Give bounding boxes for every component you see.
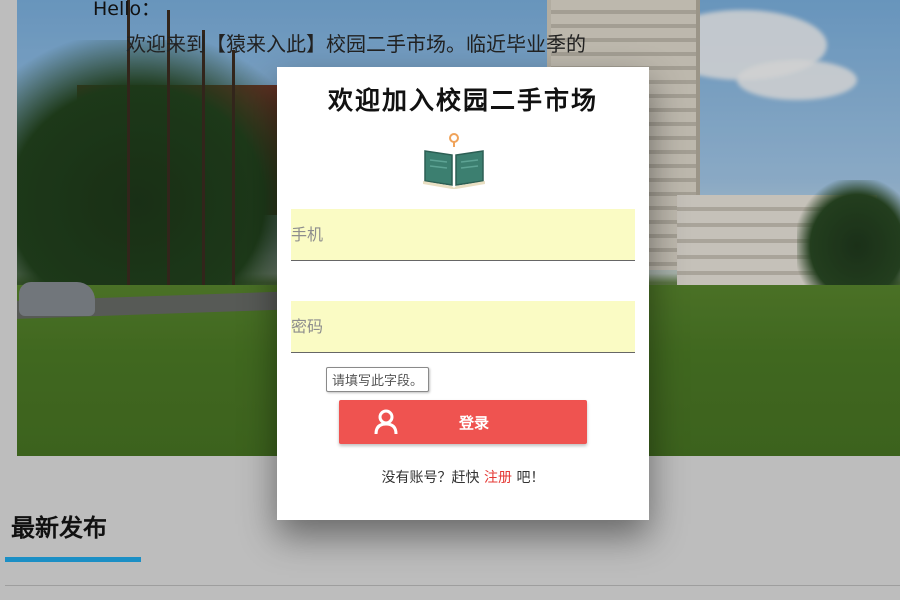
welcome-text: 欢迎来到【猿来入此】校园二手市场。临近毕业季的 <box>126 32 586 56</box>
hello-text: Hello： <box>93 0 161 20</box>
validation-tooltip: 请填写此字段。 <box>326 367 430 392</box>
open-book-icon <box>423 133 485 189</box>
login-button-label: 登录 <box>459 415 490 432</box>
password-input[interactable] <box>291 301 635 353</box>
register-suffix-text: 吧！ <box>512 470 545 486</box>
section-underline <box>5 557 141 562</box>
register-prompt: 没有账号？赶快 注册 吧！ <box>277 467 649 487</box>
login-button[interactable]: 登录 <box>339 400 587 444</box>
login-modal: 欢迎加入校园二手市场 请填写此字段。 登录 没有账号？赶快 注册 吧！ <box>277 67 649 520</box>
phone-input[interactable] <box>291 209 635 261</box>
latest-posts-heading: 最新发布 <box>11 514 107 542</box>
modal-title: 欢迎加入校园二手市场 <box>327 86 598 115</box>
section-divider <box>5 585 900 586</box>
user-icon <box>374 409 398 435</box>
register-link[interactable]: 注册 <box>484 470 512 486</box>
register-prefix-text: 没有账号？赶快 <box>381 470 484 486</box>
